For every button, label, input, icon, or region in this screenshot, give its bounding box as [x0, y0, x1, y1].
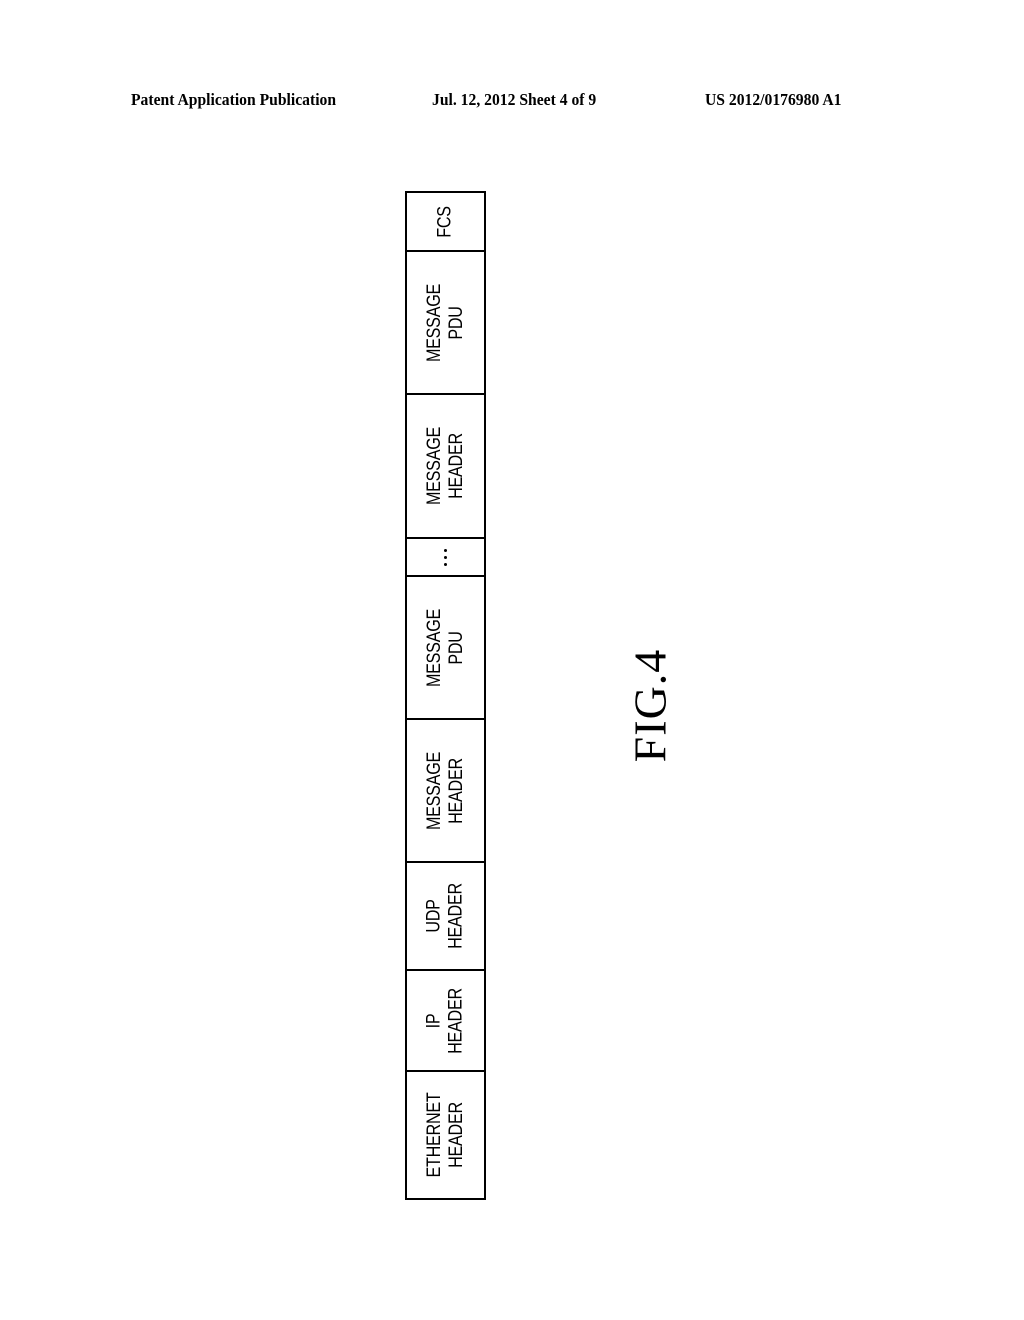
segment-message-pdu: MESSAGE PDU: [407, 575, 484, 718]
segment-message-pdu: MESSAGE PDU: [407, 250, 484, 393]
segment-fcs: FCS: [407, 193, 484, 250]
segment-label: MESSAGE PDU: [423, 608, 467, 687]
segment-udp-header: UDP HEADER: [407, 861, 484, 969]
segment-label: IP HEADER: [423, 987, 467, 1054]
segment-label: UDP HEADER: [423, 883, 467, 949]
segment-label: MESSAGE HEADER: [423, 426, 467, 506]
segment-label: FCS: [434, 205, 456, 238]
publication-type: Patent Application Publication: [131, 90, 337, 109]
segment-label: MESSAGE HEADER: [423, 751, 467, 830]
publication-number: US 2012/0176980 A1: [705, 90, 842, 109]
ellipsis-icon: [444, 548, 447, 566]
segment-label: MESSAGE PDU: [423, 283, 467, 362]
segment-ethernet-header: ETHERNET HEADER: [407, 1070, 484, 1198]
segment-message-header: MESSAGE HEADER: [407, 393, 484, 537]
packet-frame-diagram: FCS MESSAGE PDU MESSAGE HEADER MESSAGE P…: [405, 191, 486, 1200]
segment-message-header: MESSAGE HEADER: [407, 718, 484, 861]
segment-label: ETHERNET HEADER: [423, 1092, 467, 1178]
figure-label: FIG.4: [624, 648, 676, 762]
date-sheet: Jul. 12, 2012 Sheet 4 of 9: [432, 90, 597, 109]
segment-ellipsis: [407, 537, 484, 575]
figure-caption: FIG.4: [560, 640, 740, 770]
segment-ip-header: IP HEADER: [407, 969, 484, 1070]
